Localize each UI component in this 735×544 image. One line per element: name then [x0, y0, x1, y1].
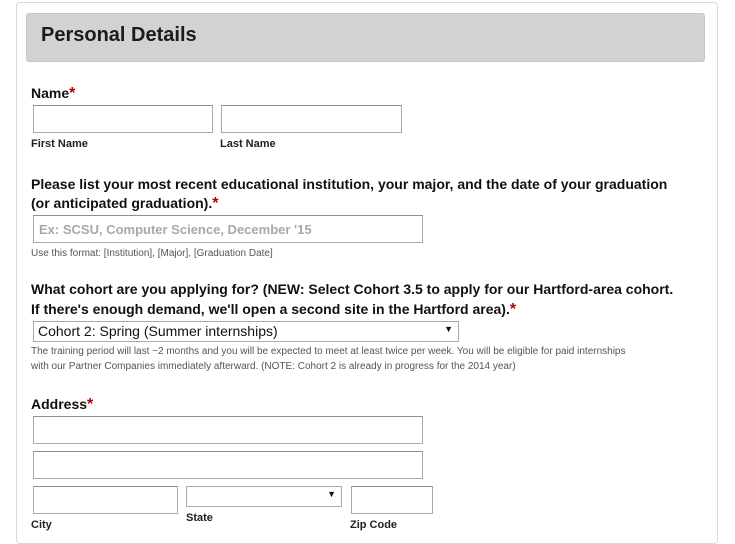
- zip-code-input[interactable]: [351, 486, 433, 514]
- city-input[interactable]: [33, 486, 178, 514]
- cohort-help-line1: The training period will last ~2 months …: [31, 346, 626, 357]
- education-label-line1: Please list your most recent educational…: [31, 176, 668, 192]
- chevron-down-icon: ▼: [327, 489, 336, 499]
- required-asterisk: *: [212, 195, 219, 212]
- address-label: Address*: [31, 396, 94, 413]
- cohort-selected-value: Cohort 2: Spring (Summer internships): [38, 323, 278, 339]
- cohort-help-line2: with our Partner Companies immediately a…: [31, 361, 516, 372]
- section-title: Personal Details: [41, 24, 197, 46]
- section-header: Personal Details: [26, 13, 705, 62]
- first-name-label: First Name: [31, 138, 88, 150]
- first-name-input[interactable]: [33, 105, 213, 133]
- address-line1-input[interactable]: [33, 416, 423, 444]
- cohort-label-line1: What cohort are you applying for? (NEW: …: [31, 281, 674, 297]
- cohort-select[interactable]: Cohort 2: Spring (Summer internships) ▼: [33, 321, 459, 342]
- education-label-line2: (or anticipated graduation).*: [31, 195, 219, 212]
- last-name-label: Last Name: [220, 138, 276, 150]
- required-asterisk: *: [509, 301, 517, 318]
- required-asterisk: *: [87, 396, 94, 413]
- education-input[interactable]: [33, 215, 423, 243]
- chevron-down-icon: ▼: [444, 324, 453, 334]
- zip-code-label: Zip Code: [350, 519, 398, 531]
- required-asterisk: *: [69, 85, 76, 102]
- state-label: State: [186, 512, 213, 524]
- last-name-input[interactable]: [221, 105, 402, 133]
- city-label: City: [31, 519, 52, 531]
- education-help: Use this format: [Institution], [Major],…: [31, 248, 273, 259]
- state-select[interactable]: ▼: [186, 486, 342, 507]
- name-label: Name*: [31, 85, 76, 102]
- address-line2-input[interactable]: [33, 451, 423, 479]
- cohort-label-line2: If there's enough demand, we'll open a s…: [31, 301, 517, 318]
